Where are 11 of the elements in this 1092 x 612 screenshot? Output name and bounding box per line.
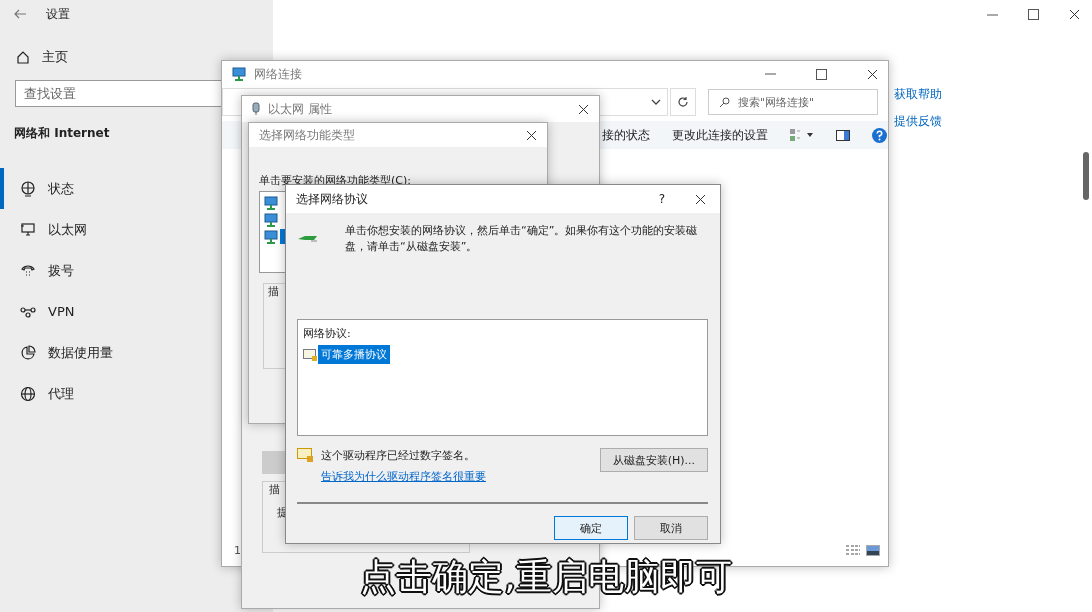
instruction-text: 单击你想安装的网络协议，然后单击“确定”。如果你有这个功能的安装磁盘，请单击“从磁盘安装”。: [345, 223, 699, 255]
signature-note: 这个驱动程序已经过数字签名。: [321, 448, 476, 463]
window-title: 以太网 属性: [268, 100, 332, 118]
list-label: 网络协议:: [303, 326, 352, 341]
video-caption: 点击确定,重启电脑即可: [360, 555, 732, 599]
window-title: 选择网络协议: [296, 190, 368, 208]
window-title: 设置: [46, 5, 70, 23]
item-count: 1: [234, 543, 241, 557]
section-title: 网络和 Internet: [14, 125, 110, 142]
window-title: 网络连接: [254, 65, 302, 83]
window-title: 选择网络功能类型: [259, 126, 355, 144]
